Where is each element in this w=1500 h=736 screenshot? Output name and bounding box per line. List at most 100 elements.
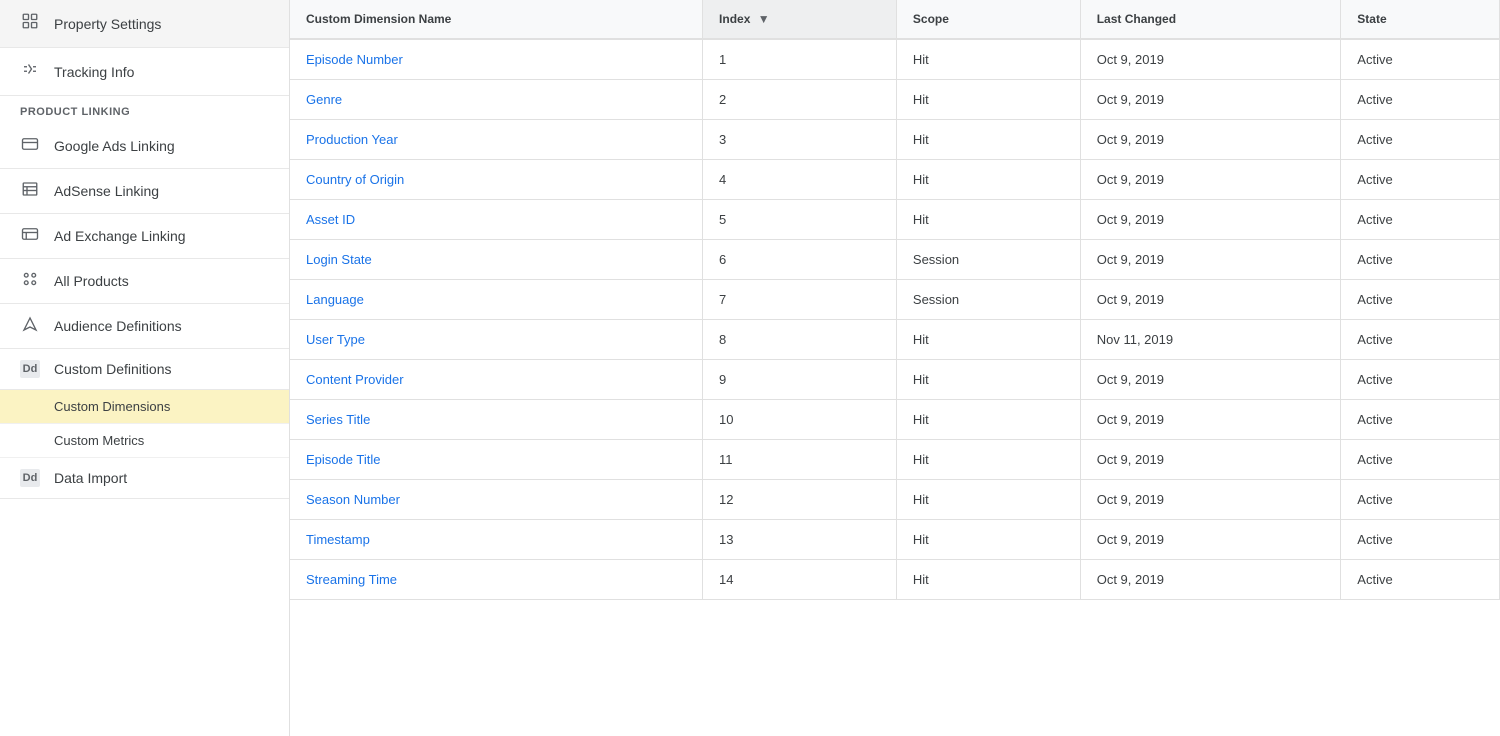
cell-dimension-name[interactable]: Streaming Time [290, 560, 703, 600]
cell-last-changed: Oct 9, 2019 [1080, 520, 1341, 560]
table-row: Country of Origin4HitOct 9, 2019Active [290, 160, 1500, 200]
table-row: Season Number12HitOct 9, 2019Active [290, 480, 1500, 520]
cell-index: 7 [703, 280, 897, 320]
cell-last-changed: Oct 9, 2019 [1080, 160, 1341, 200]
cell-scope: Hit [896, 39, 1080, 80]
col-header-last-changed: Last Changed [1080, 0, 1341, 39]
cell-dimension-name[interactable]: Country of Origin [290, 160, 703, 200]
cell-state: Active [1341, 160, 1500, 200]
cell-index: 6 [703, 240, 897, 280]
sidebar-item-tracking-info[interactable]: Tracking Info [0, 48, 289, 96]
cell-state: Active [1341, 80, 1500, 120]
cell-dimension-name[interactable]: Episode Number [290, 39, 703, 80]
cell-last-changed: Oct 9, 2019 [1080, 240, 1341, 280]
sidebar-item-adsense-linking[interactable]: AdSense Linking [0, 169, 289, 214]
cell-dimension-name[interactable]: User Type [290, 320, 703, 360]
cell-dimension-name[interactable]: Asset ID [290, 200, 703, 240]
data-import-badge: Dd [20, 469, 40, 487]
cell-index: 10 [703, 400, 897, 440]
cell-scope: Session [896, 240, 1080, 280]
sidebar-item-data-import-label: Data Import [54, 470, 127, 486]
sidebar-sub-item-custom-dimensions-label: Custom Dimensions [54, 399, 170, 414]
cell-scope: Hit [896, 440, 1080, 480]
cell-index: 5 [703, 200, 897, 240]
sidebar-item-data-import[interactable]: Dd Data Import [0, 458, 289, 499]
cell-state: Active [1341, 520, 1500, 560]
sidebar-item-ad-exchange-linking[interactable]: Ad Exchange Linking [0, 214, 289, 259]
sidebar-sub-item-custom-metrics[interactable]: Custom Metrics [0, 424, 289, 458]
cell-state: Active [1341, 280, 1500, 320]
sidebar-item-all-products-label: All Products [54, 273, 129, 289]
cell-index: 1 [703, 39, 897, 80]
cell-state: Active [1341, 440, 1500, 480]
table-header-row: Custom Dimension Name Index ▼ Scope Last… [290, 0, 1500, 39]
cell-last-changed: Oct 9, 2019 [1080, 560, 1341, 600]
cell-state: Active [1341, 240, 1500, 280]
cell-scope: Hit [896, 200, 1080, 240]
cell-last-changed: Oct 9, 2019 [1080, 440, 1341, 480]
cell-dimension-name[interactable]: Genre [290, 80, 703, 120]
cell-last-changed: Oct 9, 2019 [1080, 39, 1341, 80]
custom-definitions-badge: Dd [20, 360, 40, 378]
sidebar-item-audience-definitions-label: Audience Definitions [54, 318, 182, 334]
adsense-icon [20, 180, 40, 202]
table-row: Genre2HitOct 9, 2019Active [290, 80, 1500, 120]
sidebar-item-tracking-info-label: Tracking Info [54, 64, 134, 80]
cell-scope: Session [896, 280, 1080, 320]
table-row: Timestamp13HitOct 9, 2019Active [290, 520, 1500, 560]
cell-scope: Hit [896, 120, 1080, 160]
custom-dimensions-table: Custom Dimension Name Index ▼ Scope Last… [290, 0, 1500, 600]
cell-scope: Hit [896, 400, 1080, 440]
tracking-info-icon [20, 60, 40, 83]
cell-state: Active [1341, 560, 1500, 600]
cell-dimension-name[interactable]: Login State [290, 240, 703, 280]
cell-state: Active [1341, 320, 1500, 360]
table-row: Production Year3HitOct 9, 2019Active [290, 120, 1500, 160]
sidebar-sub-item-custom-dimensions[interactable]: Custom Dimensions [0, 390, 289, 424]
cell-last-changed: Oct 9, 2019 [1080, 360, 1341, 400]
cell-state: Active [1341, 480, 1500, 520]
main-content: Custom Dimension Name Index ▼ Scope Last… [290, 0, 1500, 736]
cell-dimension-name[interactable]: Series Title [290, 400, 703, 440]
cell-last-changed: Oct 9, 2019 [1080, 280, 1341, 320]
cell-last-changed: Oct 9, 2019 [1080, 480, 1341, 520]
sidebar-item-custom-definitions[interactable]: Dd Custom Definitions [0, 349, 289, 390]
col-header-index[interactable]: Index ▼ [703, 0, 897, 39]
sidebar-item-all-products[interactable]: All Products [0, 259, 289, 304]
table-row: Asset ID5HitOct 9, 2019Active [290, 200, 1500, 240]
cell-index: 14 [703, 560, 897, 600]
cell-state: Active [1341, 400, 1500, 440]
cell-index: 11 [703, 440, 897, 480]
cell-scope: Hit [896, 360, 1080, 400]
sidebar-sub-item-custom-metrics-label: Custom Metrics [54, 433, 144, 448]
cell-dimension-name[interactable]: Timestamp [290, 520, 703, 560]
cell-state: Active [1341, 360, 1500, 400]
cell-last-changed: Oct 9, 2019 [1080, 200, 1341, 240]
table-row: Login State6SessionOct 9, 2019Active [290, 240, 1500, 280]
table-row: User Type8HitNov 11, 2019Active [290, 320, 1500, 360]
table-row: Language7SessionOct 9, 2019Active [290, 280, 1500, 320]
sidebar-item-ad-exchange-linking-label: Ad Exchange Linking [54, 228, 186, 244]
ad-exchange-icon [20, 225, 40, 247]
table-row: Streaming Time14HitOct 9, 2019Active [290, 560, 1500, 600]
cell-scope: Hit [896, 480, 1080, 520]
cell-dimension-name[interactable]: Production Year [290, 120, 703, 160]
table-row: Series Title10HitOct 9, 2019Active [290, 400, 1500, 440]
cell-index: 2 [703, 80, 897, 120]
table-row: Episode Title11HitOct 9, 2019Active [290, 440, 1500, 480]
sidebar-item-google-ads-linking-label: Google Ads Linking [54, 138, 175, 154]
cell-dimension-name[interactable]: Season Number [290, 480, 703, 520]
cell-dimension-name[interactable]: Language [290, 280, 703, 320]
cell-index: 9 [703, 360, 897, 400]
cell-dimension-name[interactable]: Content Provider [290, 360, 703, 400]
cell-dimension-name[interactable]: Episode Title [290, 440, 703, 480]
sidebar-item-audience-definitions[interactable]: Audience Definitions [0, 304, 289, 349]
cell-index: 8 [703, 320, 897, 360]
table-row: Episode Number1HitOct 9, 2019Active [290, 39, 1500, 80]
table-row: Content Provider9HitOct 9, 2019Active [290, 360, 1500, 400]
sidebar-item-property-settings[interactable]: Property Settings [0, 0, 289, 48]
cell-scope: Hit [896, 80, 1080, 120]
property-settings-icon [20, 12, 40, 35]
sidebar-item-google-ads-linking[interactable]: Google Ads Linking [0, 124, 289, 169]
col-header-name: Custom Dimension Name [290, 0, 703, 39]
